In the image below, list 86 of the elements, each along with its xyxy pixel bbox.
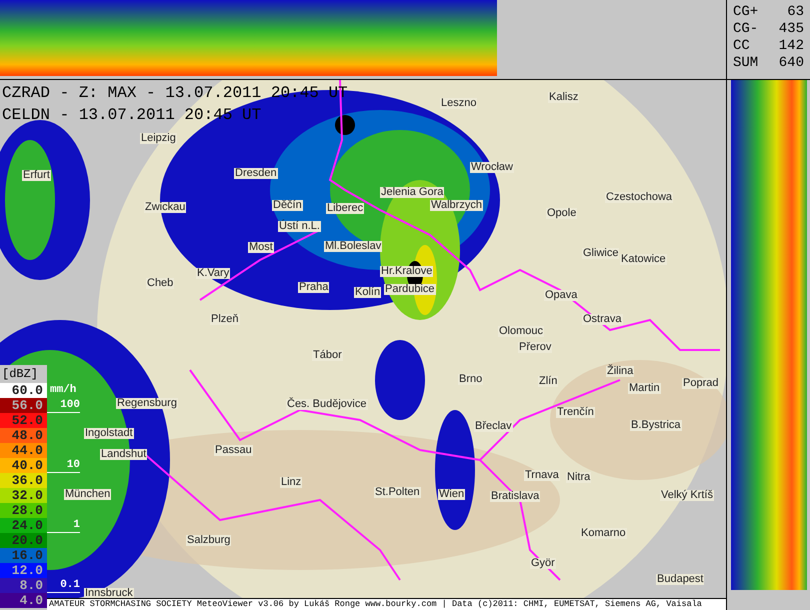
city-label: Brno [458, 374, 484, 385]
rain-scale-mark: 10 [47, 459, 80, 473]
city-label: Walbrzych [430, 200, 483, 211]
stat-value: 63 [787, 4, 804, 21]
legend-step: 36.0 [0, 473, 47, 488]
city-label: Čes. Budějovice [286, 399, 368, 410]
city-label: Leipzig [140, 133, 177, 144]
city-label: Bratislava [490, 491, 540, 502]
footer-credits: AMATEUR STORMCHASING SOCIETY MeteoViewer v3.06 by Lukáš Ronge www.bourky.com | Data (c)2011: CHMI, EUMETSAT, Siemens AG, Vaisala [48, 600, 702, 609]
legend-step: 32.0 [0, 488, 47, 503]
city-label: Trnava [524, 470, 560, 481]
city-label: Tábor [312, 350, 343, 361]
city-label: Žilina [606, 366, 634, 377]
city-label: Zwickau [144, 202, 186, 213]
stat-label: CG+ [733, 4, 758, 21]
city-label: Liberec [326, 203, 364, 214]
legend-step: 40.0 [0, 458, 47, 473]
legend-step: 4.0 [0, 593, 47, 608]
city-label: Praha [298, 282, 330, 293]
city-label: Ústí n.L. [278, 221, 321, 232]
city-label: Děčín [272, 200, 303, 211]
city-label: Břeclav [474, 421, 513, 432]
city-label: Ml.Boleslav [324, 241, 382, 252]
city-label: Kalisz [548, 92, 580, 103]
city-label: Erfurt [22, 170, 51, 181]
city-label: Linz [280, 477, 302, 488]
city-label: Poprad [682, 378, 720, 389]
city-label: Leszno [440, 98, 478, 109]
stat-value: 435 [778, 21, 804, 38]
city-label: Czestochowa [605, 192, 674, 203]
city-label: Györ [530, 558, 556, 569]
rain-scale-mark: 100 [47, 399, 80, 413]
city-label: B.Bystrica [630, 420, 682, 431]
legend-step: 56.0 [0, 398, 47, 413]
legend-step: 20.0 [0, 533, 47, 548]
legend-step: 8.0 [0, 578, 47, 593]
stat-label: CC [733, 38, 750, 55]
city-label: Opava [544, 290, 578, 301]
stat-value: 142 [778, 38, 804, 55]
legend-step: 52.0 [0, 413, 47, 428]
city-label: Opole [546, 208, 578, 219]
city-label: Ingolstadt [84, 428, 134, 439]
city-label: Salzburg [186, 535, 232, 546]
city-label: Passau [214, 445, 253, 456]
city-label: Ostrava [582, 314, 623, 325]
city-label: Martin [628, 383, 661, 394]
legend-unit: [dBZ] [0, 365, 47, 383]
city-label: Jelenia Gora [380, 187, 444, 198]
city-label: Nitra [566, 472, 592, 483]
city-label: Wien [438, 489, 466, 500]
city-label: München [64, 489, 112, 500]
city-label: Trenčín [556, 407, 595, 418]
city-label: Dresden [234, 168, 278, 179]
legend-step: 60.0 [0, 383, 47, 398]
city-label: Pardubice [384, 284, 436, 295]
city-label: Regensburg [116, 398, 178, 409]
city-label: Most [248, 242, 274, 253]
rain-unit: mm/h [50, 385, 76, 396]
legend-step: 44.0 [0, 443, 47, 458]
city-label: Cheb [146, 278, 174, 289]
city-label: Innsbruck [84, 588, 134, 599]
legend-step: 12.0 [0, 563, 47, 578]
city-label: Komarno [580, 528, 627, 539]
city-label: Landshut [100, 449, 148, 460]
city-label: Wrocław [470, 162, 514, 173]
legend-step: 28.0 [0, 503, 47, 518]
city-label: Přerov [518, 342, 552, 353]
city-label: Budapest [656, 574, 704, 585]
city-label: Zlín [538, 376, 558, 387]
city-label: Kolín [354, 287, 382, 298]
city-label: St.Polten [374, 487, 421, 498]
rain-scale-mark: 1 [47, 519, 80, 533]
city-label: Olomouc [498, 326, 544, 337]
stat-value: 640 [778, 55, 804, 72]
rain-scale-mark: 0.1 [47, 579, 80, 593]
city-label: Gliwice [582, 248, 620, 259]
city-label: K.Vary [196, 268, 230, 279]
city-label: Plzeň [210, 314, 240, 325]
legend-step: 48.0 [0, 428, 47, 443]
stat-label: CG- [733, 21, 758, 38]
legend-step: 16.0 [0, 548, 47, 563]
legend-step: 24.0 [0, 518, 47, 533]
city-label: Velký Krtíš [660, 490, 714, 501]
city-label: Hr.Kralove [380, 266, 434, 277]
stat-label: SUM [733, 55, 758, 72]
city-label: Katowice [620, 254, 667, 265]
